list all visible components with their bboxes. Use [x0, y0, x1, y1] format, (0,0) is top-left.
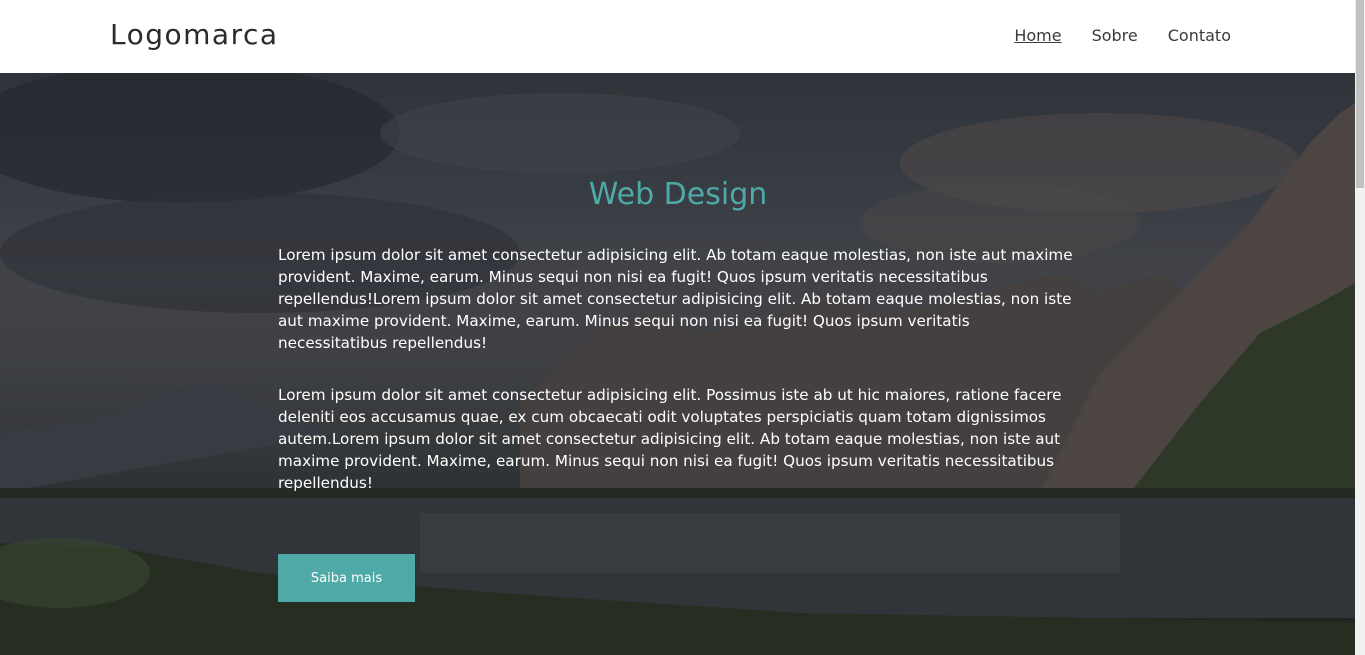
- hero-paragraph-2: Lorem ipsum dolor sit amet consectetur a…: [278, 386, 1062, 492]
- nav-link-home[interactable]: Home: [1014, 26, 1061, 45]
- main-nav: Home Sobre Contato: [1014, 26, 1231, 45]
- hero-title: Web Design: [588, 177, 768, 212]
- dark-overlay: [0, 73, 1355, 655]
- page-scrollbar[interactable]: [1355, 0, 1365, 655]
- site-header: Logomarca Home Sobre Contato: [0, 0, 1355, 73]
- saiba-mais-button[interactable]: Saiba mais: [278, 554, 415, 602]
- hero-paragraph-1: Lorem ipsum dolor sit amet consectetur a…: [278, 246, 1073, 352]
- hero-section: Web Design Lorem ipsum dolor sit amet co…: [0, 73, 1355, 655]
- scrollbar-thumb[interactable]: [1356, 0, 1364, 188]
- logo[interactable]: Logomarca: [110, 18, 279, 51]
- nav-link-contato[interactable]: Contato: [1168, 26, 1231, 45]
- nav-link-sobre[interactable]: Sobre: [1092, 26, 1138, 45]
